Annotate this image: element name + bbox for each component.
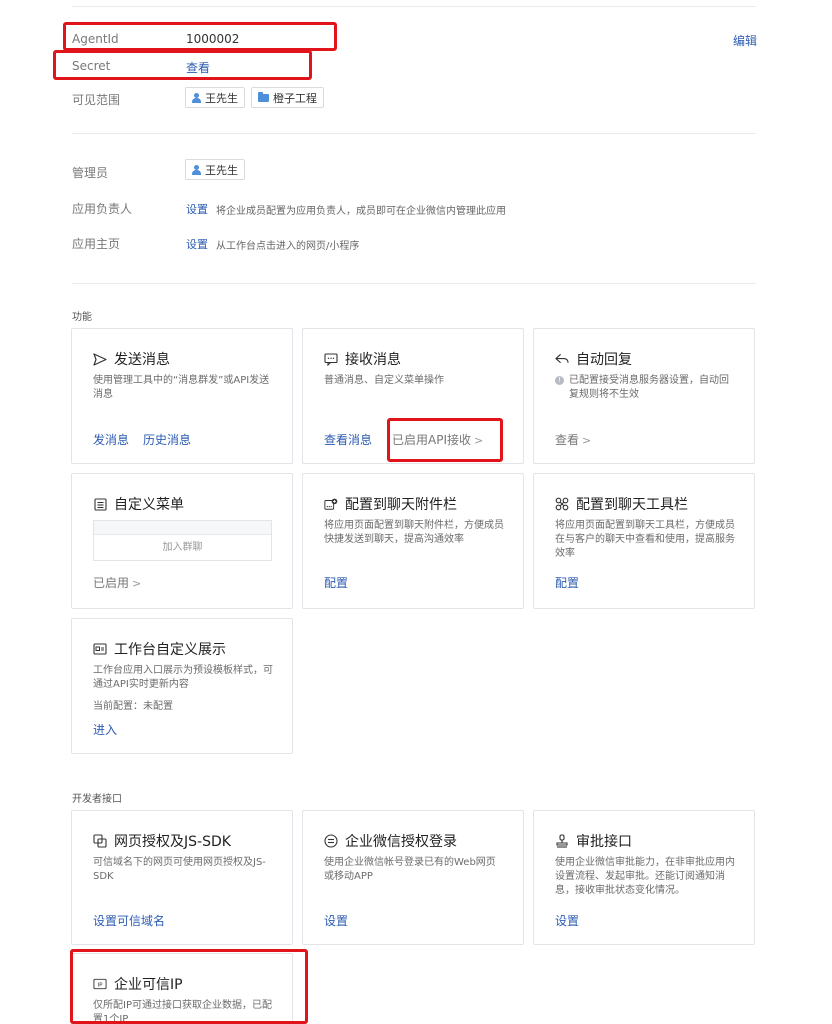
oauth-desc: 可信域名下的网页可使用网页授权及JS-SDK [93,857,266,882]
folder-icon [258,91,269,102]
trusted-ip-desc: 仅所配IP可通过接口获取企业数据，已配置1个IP [93,1000,272,1024]
secret-view-link[interactable]: 查看 [186,59,210,76]
menu-preview: 加入群聊 [93,520,272,561]
owner-desc: 将企业成员配置为应用负责人，成员即可在企业微信内管理此应用 [216,206,506,217]
homepage-set-link[interactable]: 设置 [186,236,208,252]
chevron-right-icon: > [474,434,484,447]
visible-tag-department: 橙子工程 [251,87,324,108]
workbench-enter-link[interactable]: 进入 [93,721,117,738]
secret-label: Secret [72,59,111,73]
admin-label: 管理员 [72,166,109,180]
stamp-icon [555,834,569,848]
agentid-value: 1000002 [186,32,240,46]
card-trusted-ip: IP 企业可信IP 仅所配IP可通过接口获取企业数据，已配置1个IP [71,953,293,1024]
attachment-config-icon [324,497,338,511]
workbench-desc: 工作台应用入口展示为预设模板样式，可通过API实时更新内容 [93,665,273,690]
homepage-desc: 从工作台点击进入的网页/小程序 [216,241,360,252]
link-squares-icon [93,834,107,848]
card-auto-reply: 自动回复 ! 已配置接受消息服务器设置，自动回复规则将不生效 查看 > [533,328,755,464]
card-chat-attachment: 配置到聊天附件栏 将应用页面配置到聊天附件栏，方便成员快捷发送到聊天，提高沟通效… [302,473,524,609]
trusted-domain-link[interactable]: 设置可信域名 [93,912,165,929]
login-circle-icon [324,834,338,848]
menu-list-icon [93,497,107,511]
chat-toolbar-title: 配置到聊天工具栏 [576,497,688,513]
info-icon: ! [555,376,564,385]
reply-icon [555,352,569,366]
agentid-label: AgentId [72,32,119,46]
menu-title: 自定义菜单 [114,497,184,513]
person-icon [192,164,201,175]
person-icon [192,92,201,103]
api-receive-status[interactable]: 已启用API接收 > [392,431,483,448]
autoreply-view-link[interactable]: 查看 > [555,431,591,448]
divider-2 [72,283,756,284]
chat-toolbar-desc: 将应用页面配置到聊天工具栏，方便成员在与客户的聊天中查看和使用，提高服务效率 [555,520,735,559]
workbench-title: 工作台自定义展示 [114,642,226,658]
homepage-label: 应用主页 [72,237,121,251]
card-chat-toolbar: 配置到聊天工具栏 将应用页面配置到聊天工具栏，方便成员在与客户的聊天中查看和使用… [533,473,755,609]
send-desc: 使用管理工具中的“消息群发”或API发送消息 [93,375,270,400]
visible-range-label: 可见范围 [72,93,121,107]
card-workbench-display: 工作台自定义展示 工作台应用入口展示为预设模板样式，可通过API实时更新内容 当… [71,618,293,754]
login-set-link[interactable]: 设置 [324,912,348,929]
admin-tag: 王先生 [185,159,245,180]
chevron-right-icon: > [582,434,592,447]
menu-preview-button: 加入群聊 [162,542,203,553]
card-receive-message: 接收消息 普通消息、自定义菜单操作 查看消息 已启用API接收 > [302,328,524,464]
view-message-link[interactable]: 查看消息 [324,431,372,448]
id-card-icon [93,642,107,656]
login-title: 企业微信授权登录 [345,834,457,850]
chat-attach-title: 配置到聊天附件栏 [345,497,457,513]
owner-label: 应用负责人 [72,202,133,216]
chat-toolbar-config-link[interactable]: 配置 [555,574,579,591]
approval-desc: 使用企业微信审批能力，在非审批应用内设置流程、发起审批。还能订阅通知消息，接收审… [555,857,735,896]
developer-section-title: 开发者接口 [72,794,122,805]
login-desc: 使用企业微信帐号登录已有的Web网页或移动APP [324,857,496,882]
chat-bubble-icon [324,352,338,366]
chevron-right-icon: > [132,577,142,590]
approval-set-link[interactable]: 设置 [555,912,579,929]
card-oauth-jssdk: 网页授权及JS-SDK 可信域名下的网页可使用网页授权及JS-SDK 设置可信域… [71,810,293,945]
receive-title: 接收消息 [345,352,401,368]
svg-text:IP: IP [97,982,103,988]
history-message-link[interactable]: 历史消息 [143,431,191,448]
visible-tag-user: 王先生 [185,87,245,108]
card-custom-menu: 自定义菜单 加入群聊 已启用 > [71,473,293,609]
menu-enabled-status[interactable]: 已启用 > [93,574,141,591]
autoreply-desc: ! 已配置接受消息服务器设置，自动回复规则将不生效 [555,374,736,402]
card-send-message: 发送消息 使用管理工具中的“消息群发”或API发送消息 发消息 历史消息 [71,328,293,464]
chat-attach-desc: 将应用页面配置到聊天附件栏，方便成员快捷发送到聊天，提高沟通效率 [324,520,504,545]
workbench-current-config: 当前配置：未配置 [93,701,173,712]
send-title: 发送消息 [114,352,170,368]
trusted-ip-title: 企业可信IP [114,977,183,993]
approval-title: 审批接口 [576,834,632,850]
edit-link[interactable]: 编辑 [733,32,757,49]
send-message-link[interactable]: 发消息 [93,431,129,448]
toolbar-icon [555,497,569,511]
ip-icon: IP [93,977,107,991]
card-wecom-login: 企业微信授权登录 使用企业微信帐号登录已有的Web网页或移动APP 设置 [302,810,524,945]
send-icon [93,352,107,366]
receive-desc: 普通消息、自定义菜单操作 [324,375,444,386]
top-divider [72,6,756,7]
oauth-title: 网页授权及JS-SDK [114,834,231,850]
autoreply-title: 自动回复 [576,352,632,368]
features-section-title: 功能 [72,312,92,323]
chat-attach-config-link[interactable]: 配置 [324,574,348,591]
divider-1 [72,133,756,134]
card-approval-api: 审批接口 使用企业微信审批能力，在非审批应用内设置流程、发起审批。还能订阅通知消… [533,810,755,945]
owner-set-link[interactable]: 设置 [186,201,208,217]
